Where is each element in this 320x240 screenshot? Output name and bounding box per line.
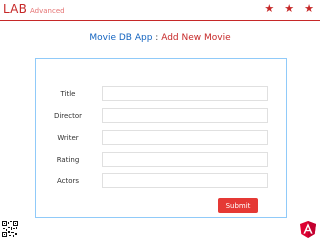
- star-icon: ★: [284, 2, 295, 15]
- actors-label: Actors: [56, 177, 80, 185]
- header-divider: [0, 20, 320, 21]
- angular-logo-icon: [300, 221, 316, 238]
- director-input[interactable]: [102, 108, 268, 123]
- brand-level: Advanced: [30, 7, 65, 15]
- actors-input[interactable]: [102, 173, 268, 188]
- form-row-director: Director: [36, 107, 288, 125]
- title-label: Title: [60, 90, 76, 98]
- page-name: Add New Movie: [161, 33, 231, 43]
- title-input[interactable]: [102, 86, 268, 101]
- form-row-title: Title: [36, 85, 288, 103]
- star-icon: ★: [304, 2, 314, 15]
- brand-lab: LAB: [3, 2, 28, 16]
- rating-input[interactable]: [102, 152, 268, 167]
- writer-input[interactable]: [102, 130, 268, 145]
- page-title: Movie DB App : Add New Movie: [0, 33, 320, 43]
- director-label: Director: [53, 112, 83, 120]
- form-row-rating: Rating: [36, 151, 288, 169]
- writer-label: Writer: [57, 134, 79, 142]
- app-title: Movie DB App: [89, 33, 153, 43]
- star-icon: ★: [264, 2, 275, 15]
- rating-stars: ★ ★ ★: [264, 3, 314, 14]
- add-movie-form: Title Director Writer Rating Actors Subm…: [35, 58, 287, 218]
- rating-label: Rating: [56, 156, 80, 164]
- submit-button[interactable]: Submit: [218, 198, 258, 213]
- brand: LAB Advanced: [3, 2, 65, 16]
- qr-code-icon: [2, 221, 18, 237]
- form-row-actors: Actors: [36, 172, 288, 190]
- title-separator: :: [155, 33, 159, 43]
- form-row-writer: Writer: [36, 129, 288, 147]
